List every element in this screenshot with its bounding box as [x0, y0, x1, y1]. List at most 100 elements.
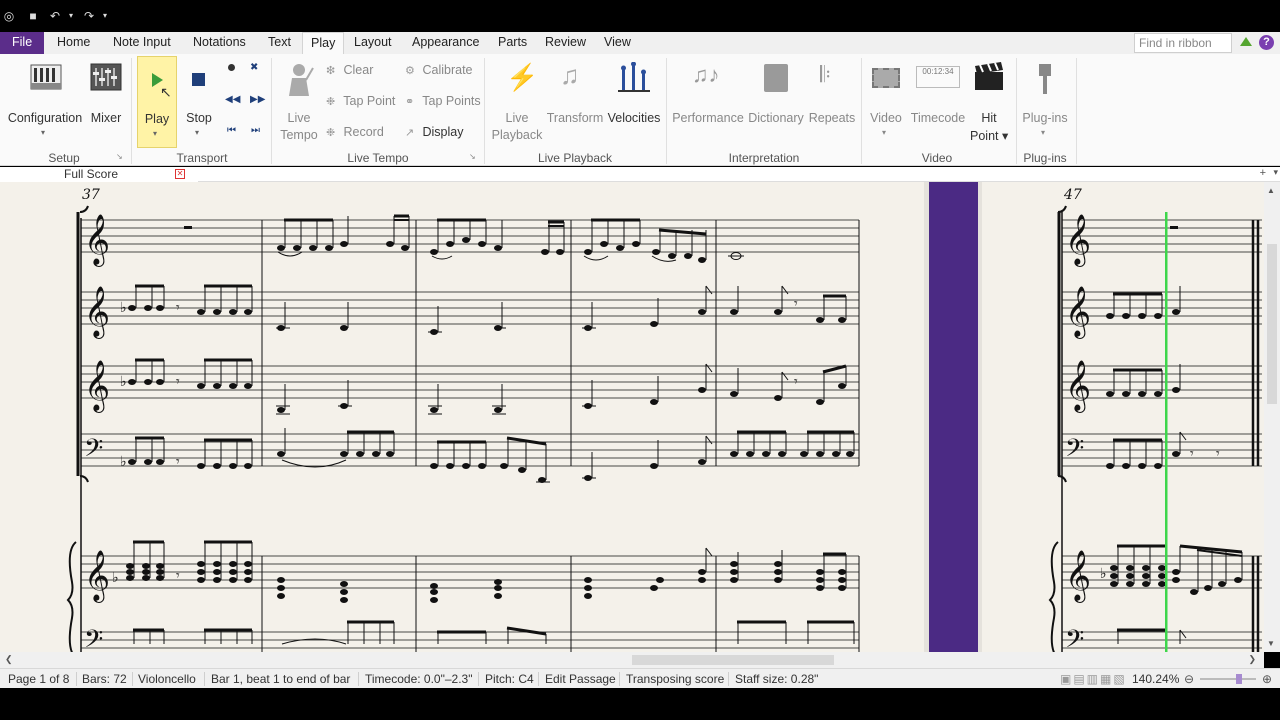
velocities-button[interactable]: Velocities [606, 60, 662, 148]
video-button[interactable]: Video ▾ [866, 60, 906, 148]
zoom-slider[interactable] [1200, 678, 1256, 680]
tab-note-input[interactable]: Note Input [113, 32, 171, 54]
rewind-icon[interactable]: ◀◀ [225, 94, 240, 105]
live-playback-group-label: Live Playback [537, 151, 613, 165]
live-tempo-button[interactable]: Live Tempo [278, 60, 320, 148]
clear-button[interactable]: ❇ Clear [326, 63, 373, 77]
hit-point-button[interactable]: Hit Point ▾ [970, 60, 1008, 148]
scroll-up-icon[interactable]: ▲ [1267, 186, 1275, 195]
notes-staff-3: ♭ 𝄾 𝄾 [120, 373, 846, 413]
find-in-ribbon-input[interactable]: Find in ribbon [1134, 33, 1232, 53]
add-tab-icon[interactable]: + [1260, 167, 1266, 179]
configuration-icon [30, 64, 62, 90]
tab-appearance[interactable]: Appearance [412, 32, 479, 54]
scroll-left-icon[interactable]: ❮ [5, 654, 13, 665]
help-icon[interactable]: ? [1259, 35, 1274, 50]
tab-view[interactable]: View [604, 32, 631, 54]
mixer-label: Mixer [90, 111, 122, 125]
performance-button[interactable]: ♫♪ Performance [672, 60, 744, 148]
tap-points-icon: ⚭ [405, 96, 415, 108]
redo-icon[interactable]: ↷ [82, 9, 96, 23]
app-logo-icon[interactable]: ◎ [2, 9, 16, 23]
tab-text[interactable]: Text [268, 32, 291, 54]
status-transposing[interactable]: Transposing score [626, 672, 724, 686]
dialog-launcher-icon[interactable]: ↘ [116, 152, 123, 161]
move-to-end-icon[interactable]: ⏭ [251, 125, 260, 136]
zoom-slider-thumb[interactable] [1236, 674, 1242, 684]
configuration-label: Configuration [7, 111, 83, 125]
close-tab-icon[interactable]: ✕ [175, 169, 185, 179]
configuration-button[interactable]: Configuration ▾ [6, 60, 84, 148]
status-mode: Edit Passage [545, 672, 616, 686]
tab-full-score-label: Full Score [64, 167, 119, 181]
zoom-out-icon[interactable]: ⊖ [1184, 672, 1194, 686]
transform-icon: ♫ [560, 60, 580, 90]
vertical-scroll-thumb[interactable] [1267, 244, 1277, 404]
dictionary-button[interactable]: Dictionary [746, 60, 806, 148]
undo-dropdown-icon[interactable]: ▾ [64, 9, 78, 23]
group-separator [1076, 58, 1077, 164]
undo-icon[interactable]: ↶ [48, 9, 62, 23]
dialog-launcher-icon[interactable]: ↘ [469, 152, 476, 161]
horizontal-scrollbar[interactable]: ❮ ❯ [0, 652, 1264, 668]
hit-point-label-1: Hit [981, 111, 997, 125]
redo-dropdown-icon[interactable]: ▾ [98, 9, 112, 23]
svg-text:𝄞: 𝄞 [84, 550, 110, 603]
scroll-right-icon[interactable]: ❯ [1248, 654, 1256, 665]
tab-full-score[interactable]: Full Score ✕ [0, 167, 198, 182]
performance-icon: ♫♪ [692, 62, 720, 87]
tab-play[interactable]: Play [302, 32, 345, 55]
conductor-icon [289, 64, 314, 96]
tab-review[interactable]: Review [545, 32, 586, 54]
notes-staff-2: ♭ 𝄾 𝄾 [120, 295, 846, 335]
plugins-button[interactable]: Plug-ins ▾ [1020, 60, 1070, 148]
vertical-scrollbar[interactable]: ▲ ▼ [1264, 182, 1280, 652]
timecode-label: Timecode [910, 111, 966, 125]
tab-home[interactable]: Home [57, 32, 90, 54]
svg-text:♭: ♭ [120, 453, 127, 469]
minimize-ribbon-icon[interactable] [1240, 37, 1252, 46]
status-page[interactable]: Page 1 of 8 [8, 672, 69, 686]
notes-piano: ♭ 𝄾 [112, 561, 846, 603]
timecode-button[interactable]: 00:12:34 Timecode [908, 60, 968, 148]
dictionary-icon [764, 64, 788, 92]
tab-notations[interactable]: Notations [193, 32, 246, 54]
tab-parts[interactable]: Parts [498, 32, 527, 54]
transform-button[interactable]: ♫ Transform [546, 60, 604, 148]
svg-text:♭: ♭ [1100, 566, 1107, 582]
dropdown-arrow-icon: ▾ [882, 128, 887, 137]
status-separator [76, 672, 77, 686]
fast-forward-icon[interactable]: ▶▶ [250, 94, 265, 105]
tap-points-button[interactable]: ⚭ Tap Points [405, 94, 481, 108]
tab-list-icon[interactable]: ▾ [1273, 167, 1278, 178]
status-separator [538, 672, 539, 686]
calibrate-label: Calibrate [422, 63, 473, 77]
play-button[interactable]: Play ▾ [137, 56, 177, 148]
view-mode-icons[interactable]: ▣▤▥▦▧ [1060, 672, 1127, 686]
svg-text:𝄾: 𝄾 [176, 567, 180, 583]
plugins-label: Plug-ins [1022, 111, 1068, 125]
record-tempo-button[interactable]: ❉ Record [326, 125, 384, 139]
video-group-label: Video [921, 151, 953, 165]
score-view[interactable]: 37 𝄞 𝄞 𝄞 𝄢 𝄞 𝄢 ♭ 𝄾 𝄾 ♭ 𝄾 𝄾 ♭ 𝄾 ♭ 𝄾 47 𝄞 … [0, 182, 1264, 652]
tab-file[interactable]: File [0, 32, 45, 54]
mixer-button[interactable]: Mixer [86, 60, 126, 148]
calibrate-button[interactable]: ⚙ Calibrate [405, 63, 473, 77]
move-to-start-icon[interactable]: ⏮ [227, 125, 236, 136]
replay-icon[interactable]: ✖ [250, 62, 258, 73]
save-icon[interactable]: ■ [26, 9, 40, 23]
repeats-button[interactable]: 𝄆 Repeats [808, 60, 856, 148]
stop-button[interactable]: Stop ▾ [182, 60, 216, 148]
record-icon[interactable] [228, 64, 235, 71]
display-button[interactable]: ↗ Display [405, 125, 463, 139]
svg-text:♭: ♭ [120, 299, 127, 315]
zoom-in-icon[interactable]: ⊕ [1262, 672, 1272, 686]
tab-layout[interactable]: Layout [354, 32, 392, 54]
tap-point-button[interactable]: ❉ Tap Point [326, 94, 395, 108]
scroll-down-icon[interactable]: ▼ [1267, 639, 1275, 648]
page-divider [929, 182, 978, 652]
live-playback-button[interactable]: ⚡ Live Playback [490, 60, 544, 148]
svg-text:𝄾: 𝄾 [176, 453, 180, 469]
horizontal-scroll-thumb[interactable] [632, 655, 834, 665]
score-canvas[interactable]: 37 𝄞 𝄞 𝄞 𝄢 𝄞 𝄢 ♭ 𝄾 𝄾 ♭ 𝄾 𝄾 ♭ 𝄾 ♭ 𝄾 47 𝄞 … [0, 182, 1264, 652]
